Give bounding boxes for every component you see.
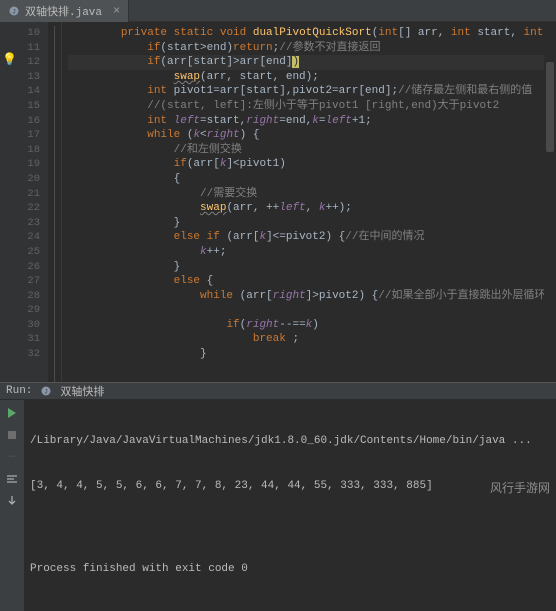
- code-line[interactable]: swap(arr, ++left, k++);: [68, 201, 544, 216]
- file-tab[interactable]: J 双轴快排.java ×: [0, 0, 129, 22]
- line-number[interactable]: 23: [0, 216, 40, 231]
- code-line[interactable]: if(right--==k): [68, 318, 544, 333]
- code-line[interactable]: k++;: [68, 245, 544, 260]
- java-file-icon: J: [40, 385, 52, 397]
- close-tab-icon[interactable]: ×: [113, 4, 120, 18]
- tab-bar: J 双轴快排.java ×: [0, 0, 556, 22]
- line-number[interactable]: 20: [0, 172, 40, 187]
- code-line[interactable]: [68, 303, 544, 318]
- intention-bulb-icon[interactable]: 💡: [2, 53, 17, 68]
- run-panel-header[interactable]: Run: J 双轴快排: [0, 383, 556, 400]
- line-number[interactable]: 30: [0, 318, 40, 333]
- line-number[interactable]: 13: [0, 70, 40, 85]
- line-number[interactable]: 19: [0, 157, 40, 172]
- line-number[interactable]: 29: [0, 303, 40, 318]
- code-line[interactable]: {: [68, 172, 544, 187]
- line-number[interactable]: 28: [0, 289, 40, 304]
- stop-button[interactable]: [5, 428, 19, 442]
- code-line[interactable]: else if (arr[k]<=pivot2) {//在中间的情况: [68, 230, 544, 245]
- line-number[interactable]: 24: [0, 230, 40, 245]
- code-editor[interactable]: 101112💡131415161718192021222324252627282…: [0, 22, 556, 382]
- code-line[interactable]: break ;: [68, 332, 544, 347]
- tool-separator: —: [5, 450, 19, 464]
- run-exit-message: Process finished with exit code 0: [30, 562, 550, 577]
- line-number[interactable]: 10: [0, 26, 40, 41]
- run-command-line: /Library/Java/JavaVirtualMachines/jdk1.8…: [30, 434, 550, 449]
- line-number[interactable]: 25: [0, 245, 40, 260]
- run-output[interactable]: /Library/Java/JavaVirtualMachines/jdk1.8…: [24, 400, 556, 611]
- code-line[interactable]: private static void dualPivotQuickSort(i…: [68, 26, 544, 41]
- code-line[interactable]: //和左侧交换: [68, 143, 544, 158]
- tab-filename: 双轴快排.java: [25, 3, 102, 19]
- code-line[interactable]: else {: [68, 274, 544, 289]
- code-line[interactable]: int left=start,right=end,k=left+1;: [68, 114, 544, 129]
- run-label: Run:: [6, 385, 32, 397]
- scrollbar-thumb[interactable]: [546, 62, 554, 152]
- line-number[interactable]: 32: [0, 347, 40, 362]
- vertical-scrollbar[interactable]: [544, 22, 556, 382]
- svg-text:J: J: [45, 388, 49, 395]
- code-line[interactable]: while (arr[right]>pivot2) {//如果全部小于直接跳出外…: [68, 289, 544, 304]
- line-number[interactable]: 31: [0, 332, 40, 347]
- java-file-icon: J: [8, 5, 20, 17]
- line-number[interactable]: 15: [0, 99, 40, 114]
- run-output-line: [3, 4, 4, 5, 5, 6, 6, 7, 7, 8, 23, 44, 4…: [30, 479, 550, 494]
- toggle-soft-wrap-button[interactable]: [5, 472, 19, 486]
- run-toolbar: —: [0, 400, 24, 611]
- code-line[interactable]: if(arr[k]<pivot1): [68, 157, 544, 172]
- code-line[interactable]: }: [68, 260, 544, 275]
- scroll-to-end-button[interactable]: [5, 494, 19, 508]
- run-config-name: 双轴快排: [60, 383, 104, 399]
- line-number[interactable]: 26: [0, 260, 40, 275]
- code-line[interactable]: //需要交换: [68, 187, 544, 202]
- run-panel: Run: J 双轴快排 — /Library/Java/JavaVirtualM…: [0, 382, 556, 500]
- line-number[interactable]: 22: [0, 201, 40, 216]
- code-line[interactable]: }: [68, 216, 544, 231]
- code-line[interactable]: swap(arr, start, end);: [68, 70, 544, 85]
- code-line[interactable]: //(start, left]:左侧小于等于pivot1 [right,end)…: [68, 99, 544, 114]
- code-line[interactable]: if(start>end)return;//参数不对直接返回: [68, 41, 544, 56]
- rerun-button[interactable]: [5, 406, 19, 420]
- code-area[interactable]: private static void dualPivotQuickSort(i…: [62, 22, 544, 382]
- svg-text:J: J: [12, 8, 16, 15]
- code-line[interactable]: }: [68, 347, 544, 362]
- line-number[interactable]: 16: [0, 114, 40, 129]
- code-line[interactable]: int pivot1=arr[start],pivot2=arr[end];//…: [68, 84, 544, 99]
- line-number[interactable]: 14: [0, 84, 40, 99]
- code-line[interactable]: if(arr[start]>arr[end]): [68, 55, 544, 70]
- gutter[interactable]: 101112💡131415161718192021222324252627282…: [0, 22, 48, 382]
- code-line[interactable]: while (k<right) {: [68, 128, 544, 143]
- line-number[interactable]: 21: [0, 187, 40, 202]
- line-number[interactable]: 18: [0, 143, 40, 158]
- line-number[interactable]: 17: [0, 128, 40, 143]
- line-number[interactable]: 27: [0, 274, 40, 289]
- fold-column[interactable]: [48, 22, 62, 382]
